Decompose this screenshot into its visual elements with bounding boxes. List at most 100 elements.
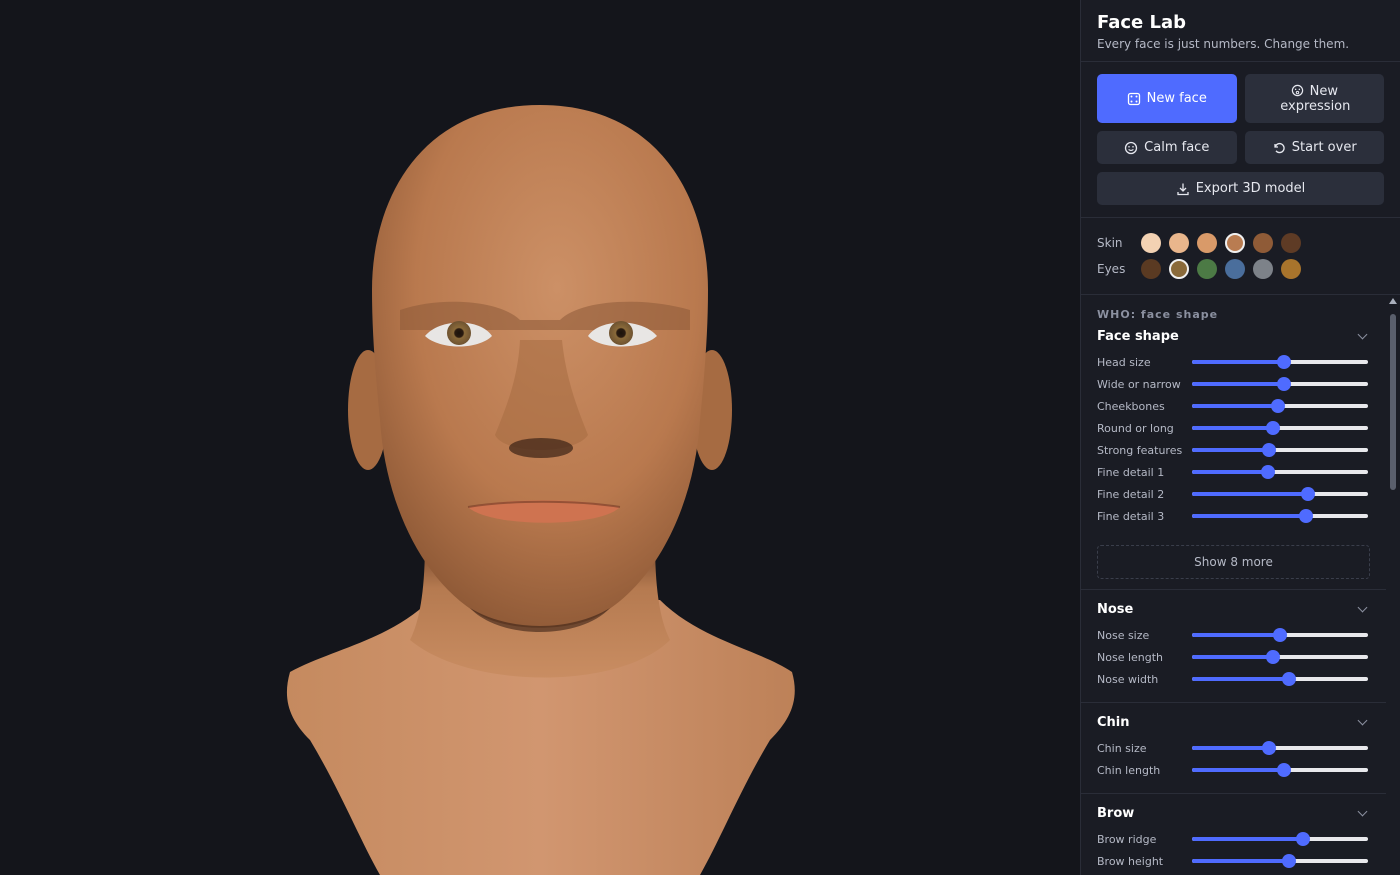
section-title: Chin: [1097, 714, 1130, 730]
slider-row: Fine detail 3: [1097, 505, 1370, 527]
slider-handle[interactable]: [1299, 509, 1314, 523]
eyes-swatch[interactable]: [1225, 259, 1245, 279]
section-face-shape-header[interactable]: Face shape: [1097, 321, 1370, 351]
slider-handle[interactable]: [1273, 628, 1287, 642]
slider-fill: [1192, 448, 1270, 452]
sliders-scroll-area[interactable]: WHO: face shape Face shape Head size Wide…: [1081, 296, 1400, 875]
start-over-button[interactable]: Start over: [1244, 131, 1384, 164]
slider-handle[interactable]: [1260, 465, 1275, 479]
export-label: Export 3D model: [1195, 181, 1306, 196]
slider-track[interactable]: [1192, 650, 1368, 664]
slider-row: Nose length: [1097, 646, 1370, 668]
slider-handle[interactable]: [1271, 399, 1286, 413]
export-3d-model-button[interactable]: Export 3D model: [1097, 172, 1384, 205]
slider-track[interactable]: [1192, 355, 1368, 369]
slider-label: Nose length: [1097, 650, 1164, 664]
chevron-down-icon: [1357, 329, 1368, 339]
slider-label: Brow height: [1097, 854, 1164, 868]
slider-fill: [1192, 746, 1270, 750]
skin-swatch[interactable]: [1141, 233, 1161, 253]
slider-track[interactable]: [1192, 832, 1368, 846]
slider-track[interactable]: [1192, 443, 1368, 457]
slider-row: Head size: [1097, 351, 1370, 373]
skin-swatch[interactable]: [1281, 233, 1301, 253]
calm-face-button[interactable]: Calm face: [1097, 131, 1237, 164]
slider-track[interactable]: [1192, 763, 1368, 777]
slider-row: Brow ridge: [1097, 828, 1370, 850]
slider-handle[interactable]: [1276, 355, 1291, 369]
slider-handle[interactable]: [1262, 443, 1277, 457]
slider-track[interactable]: [1192, 465, 1368, 479]
slider-label: Cheekbones: [1097, 399, 1165, 413]
slider-handle[interactable]: [1301, 487, 1316, 501]
dice-icon: [1127, 92, 1140, 105]
section-chin-header[interactable]: Chin: [1097, 707, 1370, 737]
smile-icon: [1125, 141, 1138, 154]
new-face-button[interactable]: New face: [1097, 74, 1237, 123]
slider-handle[interactable]: [1281, 672, 1296, 686]
eyes-swatch[interactable]: [1141, 259, 1161, 279]
slider-fill: [1192, 404, 1279, 408]
slider-row: Fine detail 1: [1097, 461, 1370, 483]
scroll-up-arrow-icon[interactable]: [1389, 298, 1397, 304]
skin-label: Skin: [1097, 236, 1123, 250]
eyes-swatch[interactable]: [1281, 259, 1301, 279]
skin-swatch[interactable]: [1197, 233, 1217, 253]
scrollbar[interactable]: [1386, 296, 1400, 875]
skin-swatch[interactable]: [1225, 233, 1245, 253]
slider-label: Strong features: [1097, 443, 1183, 457]
skin-swatch[interactable]: [1169, 233, 1189, 253]
slider-label: Round or long: [1097, 421, 1174, 435]
slider-track[interactable]: [1192, 487, 1368, 501]
slider-handle[interactable]: [1265, 650, 1280, 664]
control-panel: Face Lab Every face is just numbers. Cha…: [1080, 0, 1400, 875]
slider-handle[interactable]: [1295, 832, 1310, 846]
slider-label: Fine detail 1: [1097, 465, 1165, 479]
skin-swatch-row: Skin: [1097, 230, 1384, 256]
slider-label: Brow ridge: [1097, 832, 1157, 846]
slider-track[interactable]: [1192, 399, 1368, 413]
skin-swatch[interactable]: [1253, 233, 1273, 253]
slider-track[interactable]: [1192, 854, 1368, 868]
slider-handle[interactable]: [1265, 421, 1280, 435]
slider-handle[interactable]: [1276, 763, 1291, 777]
chevron-down-icon: [1357, 602, 1368, 612]
section-brow-header[interactable]: Brow: [1097, 798, 1370, 828]
chevron-down-icon: [1357, 715, 1368, 725]
section-body: Brow ridge Brow height: [1097, 828, 1370, 875]
slider-handle[interactable]: [1281, 854, 1296, 868]
3d-viewport[interactable]: [0, 0, 1080, 875]
slider-label: Wide or narrow: [1097, 377, 1181, 391]
eyes-swatch[interactable]: [1197, 259, 1217, 279]
head-model[interactable]: [0, 0, 1080, 875]
slider-track[interactable]: [1192, 628, 1368, 642]
slider-track[interactable]: [1192, 509, 1368, 523]
slider-handle[interactable]: [1276, 377, 1291, 391]
action-buttons: New face New expression Calm face Start …: [1081, 62, 1400, 218]
app-subtitle: Every face is just numbers. Change them.: [1097, 37, 1350, 51]
eyes-swatch-row: Eyes: [1097, 256, 1384, 282]
scrollbar-thumb[interactable]: [1390, 314, 1396, 490]
eyes-swatch[interactable]: [1253, 259, 1273, 279]
slider-label: Head size: [1097, 355, 1151, 369]
section-nose-header[interactable]: Nose: [1097, 594, 1370, 624]
slider-fill: [1192, 492, 1309, 496]
face-icon: [1291, 84, 1303, 96]
slider-row: Strong features: [1097, 439, 1370, 461]
slider-track[interactable]: [1192, 672, 1368, 686]
eyes-swatch[interactable]: [1169, 259, 1189, 279]
eyes-label: Eyes: [1097, 262, 1126, 276]
show-more-button[interactable]: Show 8 more: [1097, 545, 1370, 579]
slider-track[interactable]: [1192, 421, 1368, 435]
group-caption: WHO: face shape: [1097, 308, 1219, 321]
slider-track[interactable]: [1192, 377, 1368, 391]
start-over-label: Start over: [1291, 140, 1357, 155]
new-face-label: New face: [1146, 91, 1207, 106]
new-expression-button[interactable]: New expression: [1244, 74, 1384, 123]
slider-row: Fine detail 2: [1097, 483, 1370, 505]
slider-track[interactable]: [1192, 741, 1368, 755]
slider-fill: [1192, 426, 1273, 430]
color-swatches: Skin Eyes: [1081, 218, 1400, 295]
slider-label: Chin size: [1097, 741, 1147, 755]
slider-handle[interactable]: [1262, 741, 1277, 755]
